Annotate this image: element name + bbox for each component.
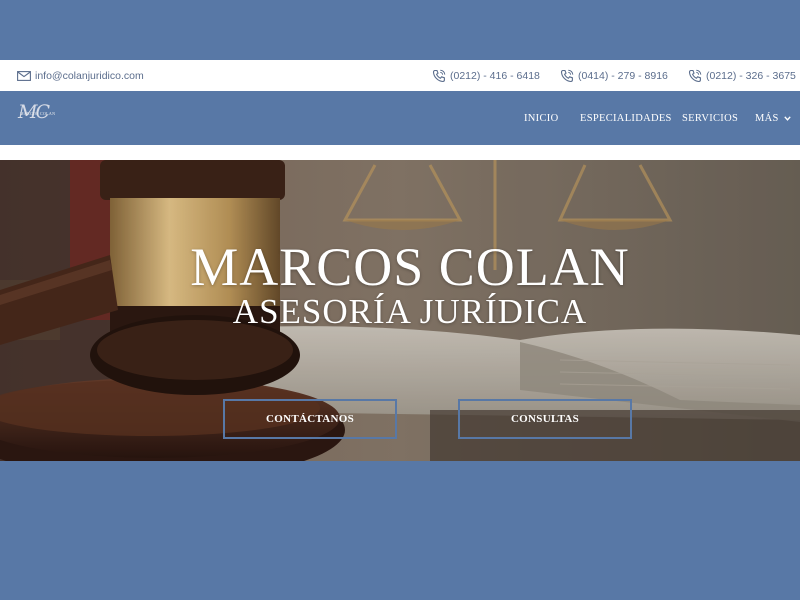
envelope-icon — [17, 70, 31, 81]
hero-title: MARCOS COLAN — [190, 237, 630, 297]
phone-text: (0212) - 326 - 3675 — [706, 69, 796, 82]
header-divider — [0, 145, 800, 160]
email-contact[interactable]: info@colanjuridico.com — [17, 60, 144, 91]
consultations-button[interactable]: CONSULTAS — [458, 399, 632, 439]
main-navbar: MC MARCOS COLAN INICIO ESPECIALIDADES SE… — [0, 91, 800, 145]
nav-item-label: INICIO — [524, 112, 559, 124]
top-contact-bar: info@colanjuridico.com (0212) - 416 - 64… — [0, 60, 800, 91]
chevron-down-icon — [783, 115, 791, 121]
phone-icon — [432, 69, 446, 82]
phone-text: (0212) - 416 - 6418 — [450, 69, 540, 82]
phone-contact-1[interactable]: (0212) - 416 - 6418 — [432, 60, 540, 91]
nav-item-mas[interactable]: MÁS — [755, 91, 791, 145]
phone-contact-2[interactable]: (0414) - 279 - 8916 — [560, 60, 668, 91]
phone-text: (0414) - 279 - 8916 — [578, 69, 668, 82]
contact-button[interactable]: CONTÁCTANOS — [223, 399, 397, 439]
nav-item-label: SERVICIOS — [682, 112, 739, 124]
logo-name: MARCOS COLAN — [20, 111, 56, 116]
email-text: info@colanjuridico.com — [35, 69, 144, 82]
phone-icon — [560, 69, 574, 82]
hero-subtitle: ASESORÍA JURÍDICA — [232, 292, 588, 331]
phone-icon — [688, 69, 702, 82]
phone-contact-3[interactable]: (0212) - 326 - 3675 — [688, 60, 796, 91]
nav-item-label: MÁS — [755, 112, 779, 124]
nav-item-inicio[interactable]: INICIO — [524, 91, 558, 145]
nav-item-especialidades[interactable]: ESPECIALIDADES — [580, 91, 672, 145]
nav-item-label: ESPECIALIDADES — [580, 112, 672, 124]
site-logo[interactable]: MC MARCOS COLAN — [18, 101, 60, 125]
nav-item-servicios[interactable]: SERVICIOS — [682, 91, 738, 145]
hero-banner: MARCOS COLAN ASESORÍA JURÍDICA CONTÁCTAN… — [0, 160, 800, 461]
